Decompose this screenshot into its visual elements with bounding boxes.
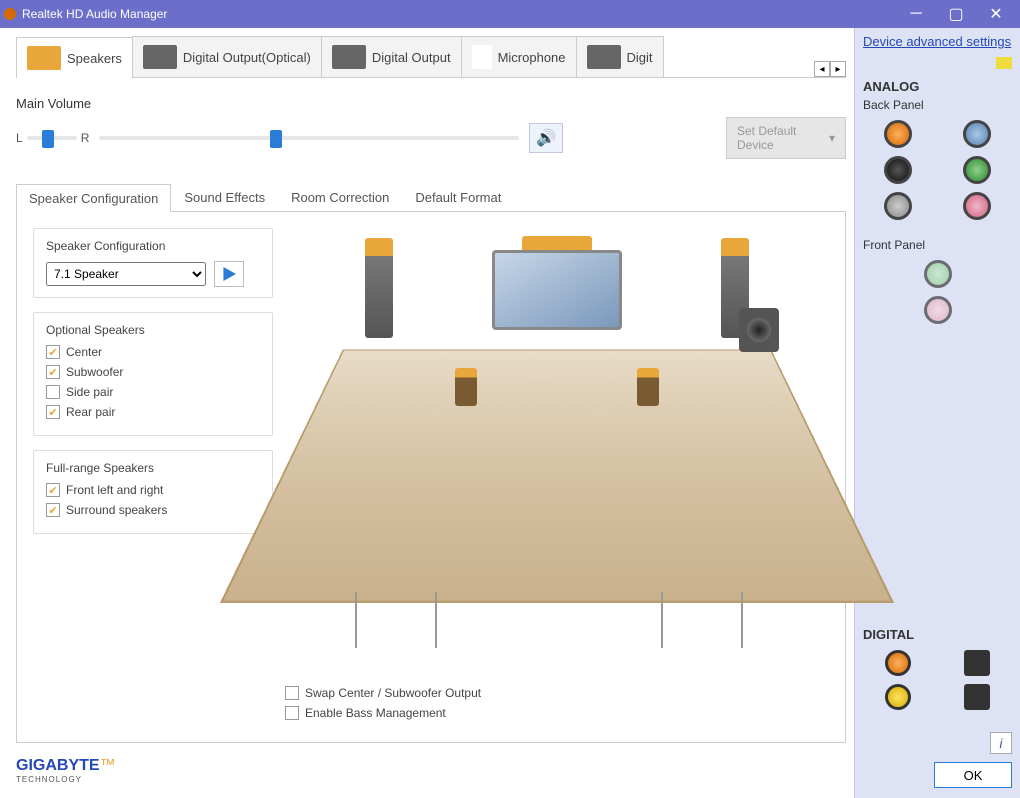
device-icon xyxy=(143,45,177,69)
device-advanced-settings-link[interactable]: Device advanced settings xyxy=(863,34,1012,49)
tab-digital-output[interactable]: Digital Output xyxy=(321,36,462,77)
tab-digital-output-optical[interactable]: Digital Output(Optical) xyxy=(132,36,322,77)
tab-digit[interactable]: Digit xyxy=(576,36,664,77)
checkbox-bass-management[interactable]: Enable Bass Management xyxy=(285,706,829,720)
info-button[interactable]: i xyxy=(990,732,1012,754)
checkbox-front-lr[interactable]: Front left and right xyxy=(46,483,260,497)
surround-left-speaker-icon[interactable] xyxy=(455,368,477,406)
device-icon xyxy=(587,45,621,69)
checkbox-swap-center-sub[interactable]: Swap Center / Subwoofer Output xyxy=(285,686,829,700)
subtab-sound-effects[interactable]: Sound Effects xyxy=(171,183,278,211)
play-icon xyxy=(222,267,236,281)
digital-optical-1[interactable] xyxy=(964,650,990,676)
ok-button[interactable]: OK xyxy=(934,762,1012,788)
rear-right-speaker-icon[interactable] xyxy=(741,592,759,648)
speaker-config-panel: Speaker Configuration 7.1 Speaker Option… xyxy=(16,212,846,743)
tab-next-button[interactable]: ▸ xyxy=(830,61,846,77)
maximize-button[interactable]: ▢ xyxy=(936,0,976,28)
front-left-speaker-icon[interactable] xyxy=(365,238,393,338)
tv-icon xyxy=(492,250,622,330)
config-sub-tabs: Speaker Configuration Sound Effects Room… xyxy=(16,183,846,212)
jack-mic[interactable] xyxy=(963,192,991,220)
play-test-button[interactable] xyxy=(214,261,244,287)
checkbox-center[interactable]: Center xyxy=(46,345,260,359)
optional-speakers-group: Optional Speakers Center Subwoofer Side … xyxy=(33,312,273,436)
sticky-note-icon[interactable] xyxy=(996,57,1012,69)
digital-jack-yellow[interactable] xyxy=(885,684,911,710)
jack-front-out[interactable] xyxy=(963,156,991,184)
checkbox-surround[interactable]: Surround speakers xyxy=(46,503,260,517)
back-panel-label: Back Panel xyxy=(863,98,1012,112)
sound-icon: 🔊 xyxy=(536,128,556,148)
subwoofer-icon[interactable] xyxy=(739,308,779,352)
tab-prev-button[interactable]: ◂ xyxy=(814,61,830,77)
speaker-config-select[interactable]: 7.1 Speaker xyxy=(46,262,206,286)
jack-side[interactable] xyxy=(884,192,912,220)
connector-sidebar: Device advanced settings ANALOG Back Pan… xyxy=(854,28,1020,798)
jack-front-headphone[interactable] xyxy=(924,260,952,288)
speaker-configuration-group: Speaker Configuration 7.1 Speaker xyxy=(33,228,273,298)
speaker-icon xyxy=(27,46,61,70)
checkbox-subwoofer[interactable]: Subwoofer xyxy=(46,365,260,379)
device-tabs: Speakers Digital Output(Optical) Digital… xyxy=(16,36,846,78)
jack-rear[interactable] xyxy=(884,156,912,184)
jack-line-in[interactable] xyxy=(963,120,991,148)
brand-logo: GIGABYTE™ TECHNOLOGY xyxy=(16,757,116,784)
main-volume-label: Main Volume xyxy=(16,96,846,111)
device-icon xyxy=(332,45,366,69)
digital-jack-orange[interactable] xyxy=(885,650,911,676)
footer: GIGABYTE™ TECHNOLOGY xyxy=(16,751,846,790)
subtab-speaker-configuration[interactable]: Speaker Configuration xyxy=(16,184,171,212)
tab-microphone[interactable]: Microphone xyxy=(461,36,577,77)
rear-left-speaker-icon[interactable] xyxy=(355,592,373,648)
mute-button[interactable]: 🔊 xyxy=(529,123,563,153)
subtab-room-correction[interactable]: Room Correction xyxy=(278,183,402,211)
jack-front-mic[interactable] xyxy=(924,296,952,324)
title-bar: Realtek HD Audio Manager ─ ▢ ✕ xyxy=(0,0,1020,28)
tab-speakers[interactable]: Speakers xyxy=(16,37,133,78)
main-volume-section: Main Volume L R 🔊 Set Default Device ▾ xyxy=(16,96,846,159)
checkbox-rear-pair[interactable]: Rear pair xyxy=(46,405,260,419)
balance-slider[interactable]: L R xyxy=(16,131,89,145)
minimize-button[interactable]: ─ xyxy=(896,0,936,28)
checkbox-side-pair[interactable]: Side pair xyxy=(46,385,260,399)
set-default-device-button[interactable]: Set Default Device ▾ xyxy=(726,117,846,159)
microphone-icon xyxy=(472,45,492,69)
digital-optical-2[interactable] xyxy=(964,684,990,710)
side-right-speaker-icon[interactable] xyxy=(661,592,679,648)
fullrange-speakers-group: Full-range Speakers Front left and right… xyxy=(33,450,273,534)
digital-heading: DIGITAL xyxy=(863,627,1012,642)
analog-heading: ANALOG xyxy=(863,79,1012,94)
side-left-speaker-icon[interactable] xyxy=(435,592,453,648)
front-panel-label: Front Panel xyxy=(863,238,1012,252)
subtab-default-format[interactable]: Default Format xyxy=(402,183,514,211)
tab-nav: ◂ ▸ xyxy=(814,61,846,77)
chevron-down-icon: ▾ xyxy=(829,131,835,145)
window-title: Realtek HD Audio Manager xyxy=(22,7,896,21)
jack-center-sub[interactable] xyxy=(884,120,912,148)
app-icon xyxy=(4,8,16,20)
speaker-room-illustration xyxy=(285,228,829,678)
surround-right-speaker-icon[interactable] xyxy=(637,368,659,406)
close-button[interactable]: ✕ xyxy=(976,0,1016,28)
volume-slider[interactable] xyxy=(99,136,519,140)
